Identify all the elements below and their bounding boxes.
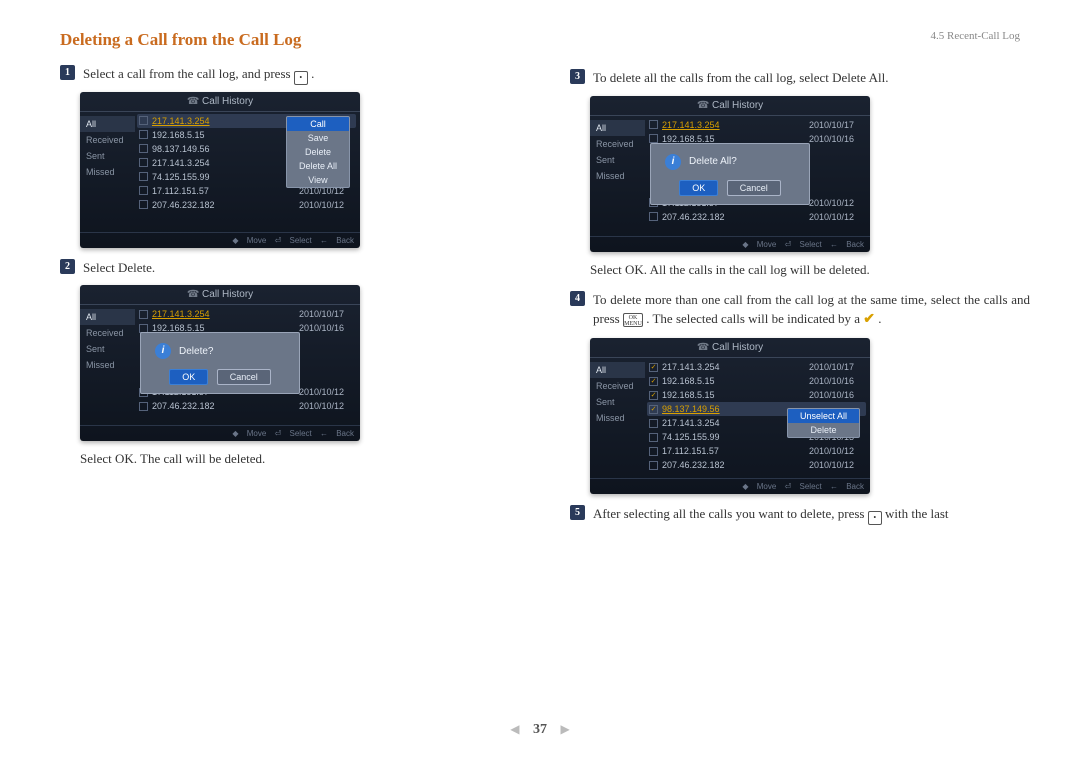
info-icon: i — [155, 343, 171, 359]
menu-button-icon — [294, 71, 308, 85]
sidebar-sent: Sent — [590, 394, 645, 410]
shot-footer: ◆ Move ⏎ Select ← Back — [80, 232, 360, 248]
dialog-message: Delete? — [179, 346, 213, 357]
hint-select: Select — [290, 236, 312, 245]
screenshot-delete-all-dialog: Call History All Received Sent Missed 21… — [590, 96, 870, 252]
step-3-text: To delete all the calls from the call lo… — [593, 68, 1030, 88]
dialog-ok-button: OK — [679, 180, 718, 196]
page-number: 37 — [533, 722, 547, 737]
step-3-caption: Select OK. All the calls in the call log… — [590, 262, 1030, 278]
shot-title: Call History — [590, 338, 870, 358]
ctx-call: Call — [287, 117, 349, 131]
dialog-delete: i Delete? OK Cancel — [140, 332, 300, 394]
step-2: 2 Select Delete. — [60, 258, 520, 278]
step-1-text-b: . — [311, 66, 314, 81]
step-4-c: . — [878, 311, 881, 326]
dialog-message: Delete All? — [689, 156, 737, 167]
ctx-unselect-all: Unselect All — [788, 409, 859, 423]
step-2-text: Select Delete. — [83, 258, 520, 278]
step-4-b: . The selected calls will be indicated b… — [646, 311, 863, 326]
prev-page-icon[interactable]: ◀ — [510, 722, 519, 736]
header-section: 4.5 Recent-Call Log — [930, 30, 1020, 42]
sidebar-all: All — [80, 116, 135, 132]
dialog-overlay: i Delete? OK Cancel — [80, 285, 360, 441]
hint-move: Move — [757, 482, 777, 491]
dialog-delete-all: i Delete All? OK Cancel — [650, 143, 810, 205]
section-title: Deleting a Call from the Call Log — [60, 30, 520, 50]
dialog-cancel-button: Cancel — [727, 180, 781, 196]
step-4: 4 To delete more than one call from the … — [570, 290, 1030, 331]
ctx-delete: Delete — [788, 423, 859, 437]
hint-select: Select — [800, 482, 822, 491]
step-badge-2: 2 — [60, 259, 75, 274]
step-1-text: Select a call from the call log, and pre… — [83, 64, 520, 84]
dialog-ok-button: OK — [169, 369, 208, 385]
sidebar-missed: Missed — [590, 410, 645, 426]
info-icon: i — [665, 154, 681, 170]
step-1-text-a: Select a call from the call log, and pre… — [83, 66, 294, 81]
sidebar-all: All — [590, 362, 645, 378]
step-5-text: After selecting all the calls you want t… — [593, 504, 1030, 524]
check-icon: ✔ — [863, 309, 875, 330]
ctx-delete-all: Delete All — [287, 159, 349, 173]
sidebar-sent: Sent — [80, 148, 135, 164]
step-4-text: To delete more than one call from the ca… — [593, 290, 1030, 331]
ctx-save: Save — [287, 131, 349, 145]
hint-back: Back — [336, 236, 354, 245]
shot-title: Call History — [80, 92, 360, 112]
step-badge-3: 3 — [570, 69, 585, 84]
menu-button-icon — [868, 511, 882, 525]
step-badge-4: 4 — [570, 291, 585, 306]
ctx-view: View — [287, 173, 349, 187]
hint-move: Move — [247, 236, 267, 245]
dialog-overlay: i Delete All? OK Cancel — [590, 96, 870, 252]
step-5-a: After selecting all the calls you want t… — [593, 506, 868, 521]
context-menu-select: Unselect All Delete — [787, 408, 860, 438]
shot-footer: ◆ Move ⏎ Select ← Back — [590, 478, 870, 494]
page-navigation: ◀ 37 ▶ — [0, 722, 1080, 738]
sidebar-received: Received — [80, 132, 135, 148]
left-column: Deleting a Call from the Call Log 1 Sele… — [60, 30, 520, 532]
step-5-b: with the last — [885, 506, 949, 521]
dialog-cancel-button: Cancel — [217, 369, 271, 385]
sidebar-missed: Missed — [80, 164, 135, 180]
shot-sidebar: All Received Sent Missed — [80, 112, 135, 232]
screenshot-context-menu: Call History All Received Sent Missed 21… — [80, 92, 360, 248]
sidebar-received: Received — [590, 378, 645, 394]
screenshot-multi-select: Call History All Received Sent Missed ✓2… — [590, 338, 870, 494]
step-5: 5 After selecting all the calls you want… — [570, 504, 1030, 524]
next-page-icon[interactable]: ▶ — [561, 722, 570, 736]
step-3: 3 To delete all the calls from the call … — [570, 68, 1030, 88]
step-2-caption: Select OK. The call will be deleted. — [80, 451, 520, 467]
step-1: 1 Select a call from the call log, and p… — [60, 64, 520, 84]
ok-menu-button-icon: OKMENU — [623, 313, 643, 327]
step-badge-1: 1 — [60, 65, 75, 80]
ctx-delete: Delete — [287, 145, 349, 159]
context-menu: Call Save Delete Delete All View — [286, 116, 350, 188]
step-badge-5: 5 — [570, 505, 585, 520]
shot-sidebar: All Received Sent Missed — [590, 358, 645, 478]
screenshot-delete-dialog: Call History All Received Sent Missed 21… — [80, 285, 360, 441]
hint-back: Back — [846, 482, 864, 491]
right-column: 3 To delete all the calls from the call … — [570, 30, 1030, 532]
